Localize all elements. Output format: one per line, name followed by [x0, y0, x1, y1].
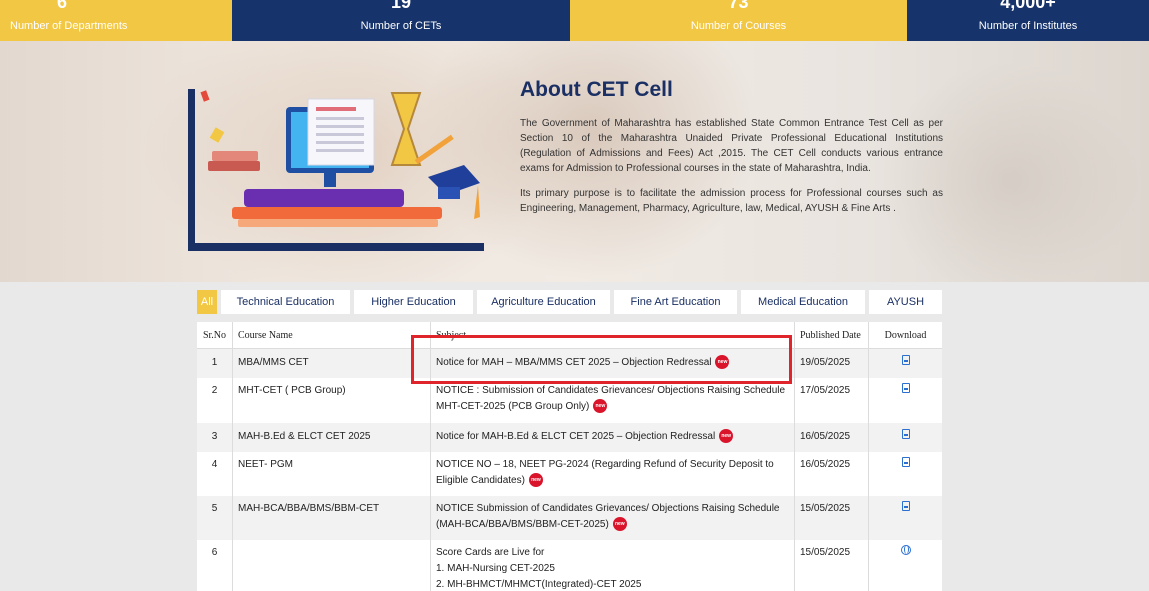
- subject-text[interactable]: Notice for MAH – MBA/MMS CET 2025 – Obje…: [436, 357, 711, 368]
- header-published-date: Published Date: [794, 322, 868, 348]
- stat-number: 73: [728, 0, 749, 12]
- row-srno: 5: [211, 503, 218, 514]
- row-course: NEET- PGM: [232, 452, 430, 496]
- table-row: 6 Score Cards are Live for 1. MAH-Nursin…: [197, 540, 942, 591]
- row-download: [868, 423, 942, 452]
- row-date: 15/05/2025: [794, 496, 868, 540]
- subject-text[interactable]: Eligible Candidates): [436, 475, 525, 486]
- row-download: [868, 452, 942, 496]
- row-download: [868, 496, 942, 540]
- row-subject[interactable]: Notice for MAH-B.Ed & ELCT CET 2025 – Ob…: [430, 423, 794, 452]
- about-hero: About CET Cell The Government of Maharas…: [0, 41, 1149, 282]
- pdf-download-icon[interactable]: [901, 383, 910, 393]
- table-row: 5 MAH-BCA/BBA/BMS/BBM-CET NOTICE Submiss…: [197, 496, 942, 540]
- row-srno: 2: [211, 385, 218, 396]
- table-row: 4 NEET- PGM NOTICE NO – 18, NEET PG-2024…: [197, 452, 942, 496]
- row-date: 15/05/2025: [794, 540, 868, 591]
- tab-medical-education[interactable]: Medical Education: [741, 290, 865, 314]
- subject-text[interactable]: Notice for MAH-B.Ed & ELCT CET 2025 – Ob…: [436, 431, 715, 442]
- header-download: Download: [868, 322, 942, 348]
- new-badge-icon: new: [719, 429, 734, 444]
- stat-departments: 6 Number of Departments: [0, 0, 232, 41]
- table-row: 3 MAH-B.Ed & ELCT CET 2025 Notice for MA…: [197, 423, 942, 452]
- subject-text[interactable]: MHT-CET-2025 (PCB Group Only): [436, 401, 589, 412]
- new-badge-icon: new: [612, 517, 627, 532]
- row-subject[interactable]: NOTICE : Submission of Candidates Grieva…: [430, 378, 794, 423]
- stat-number: 6: [57, 0, 68, 12]
- row-subject[interactable]: Notice for MAH – MBA/MMS CET 2025 – Obje…: [430, 349, 794, 378]
- row-download: [868, 378, 942, 423]
- pdf-download-icon[interactable]: [901, 501, 910, 511]
- row-download: [868, 349, 942, 378]
- new-badge-icon: new: [715, 355, 730, 370]
- about-title: About CET Cell: [520, 78, 673, 101]
- table-header: Sr.No Course Name Subject Published Date…: [197, 322, 942, 349]
- row-subject[interactable]: NOTICE Submission of Candidates Grievanc…: [430, 496, 794, 540]
- subject-text[interactable]: 2. MH-BHMCT/MHMCT(Integrated)-CET 2025: [436, 577, 794, 591]
- tab-technical-education[interactable]: Technical Education: [221, 290, 350, 314]
- row-subject[interactable]: Score Cards are Live for 1. MAH-Nursing …: [430, 540, 794, 591]
- globe-link-icon[interactable]: [900, 545, 911, 555]
- row-srno: 1: [211, 357, 218, 368]
- row-date: 16/05/2025: [794, 423, 868, 452]
- subject-text[interactable]: NOTICE Submission of Candidates Grievanc…: [436, 501, 794, 517]
- tab-ayush[interactable]: AYUSH: [869, 290, 942, 314]
- stat-institutes: 4,000+ Number of Institutes: [907, 0, 1149, 41]
- tab-all[interactable]: All: [197, 290, 217, 314]
- new-badge-icon: new: [593, 399, 608, 414]
- row-course: [232, 540, 430, 591]
- row-date: 16/05/2025: [794, 452, 868, 496]
- tab-agriculture-education[interactable]: Agriculture Education: [477, 290, 610, 314]
- stat-courses: 73 Number of Courses: [570, 0, 907, 41]
- table-row: 2 MHT-CET ( PCB Group) NOTICE : Submissi…: [197, 378, 942, 423]
- row-course: MAH-B.Ed & ELCT CET 2025: [232, 423, 430, 452]
- row-download: [868, 540, 942, 591]
- row-date: 19/05/2025: [794, 349, 868, 378]
- pdf-download-icon[interactable]: [901, 429, 910, 439]
- subject-text[interactable]: 1. MAH-Nursing CET-2025: [436, 561, 794, 577]
- row-srno: 4: [211, 459, 218, 470]
- subject-text[interactable]: NOTICE NO – 18, NEET PG-2024 (Regarding …: [436, 457, 794, 473]
- row-course: MHT-CET ( PCB Group): [232, 378, 430, 423]
- stat-label: Number of Courses: [690, 20, 787, 32]
- row-srno: 3: [211, 431, 218, 442]
- row-course: MBA/MMS CET: [232, 349, 430, 378]
- tab-fine-art-education[interactable]: Fine Art Education: [614, 290, 737, 314]
- tab-higher-education[interactable]: Higher Education: [354, 290, 473, 314]
- header-course-name: Course Name: [232, 322, 430, 348]
- subject-text[interactable]: NOTICE : Submission of Candidates Grieva…: [436, 383, 794, 399]
- stat-number: 19: [390, 0, 412, 12]
- stats-bar: 6 Number of Departments 19 Number of CET…: [0, 0, 1149, 41]
- row-course: MAH-BCA/BBA/BMS/BBM-CET: [232, 496, 430, 540]
- row-srno: 6: [211, 547, 218, 558]
- pdf-download-icon[interactable]: [901, 457, 910, 467]
- stat-number: 4,000+: [1000, 0, 1056, 12]
- subject-text[interactable]: (MAH-BCA/BBA/BMS/BBM-CET-2025): [436, 519, 609, 530]
- about-paragraph: Its primary purpose is to facilitate the…: [520, 188, 943, 214]
- about-illustration: [188, 89, 484, 251]
- table-row: 1 MBA/MMS CET Notice for MAH – MBA/MMS C…: [197, 349, 942, 378]
- about-paragraph: The Government of Maharashtra has establ…: [520, 118, 943, 174]
- row-date: 17/05/2025: [794, 378, 868, 423]
- computer-exam-icon: [200, 90, 480, 227]
- stat-label: Number of CETs: [360, 20, 442, 32]
- subject-text[interactable]: Score Cards are Live for: [436, 545, 794, 561]
- header-subject: Subject: [430, 322, 794, 348]
- row-subject[interactable]: NOTICE NO – 18, NEET PG-2024 (Regarding …: [430, 452, 794, 496]
- pdf-download-icon[interactable]: [901, 355, 910, 365]
- stat-label: Number of Departments: [10, 20, 128, 32]
- stat-cets: 19 Number of CETs: [232, 0, 570, 41]
- new-badge-icon: new: [528, 473, 543, 488]
- header-srno: Sr.No: [202, 330, 227, 341]
- notices-table: Sr.No Course Name Subject Published Date…: [197, 322, 942, 591]
- stat-label: Number of Institutes: [978, 20, 1078, 32]
